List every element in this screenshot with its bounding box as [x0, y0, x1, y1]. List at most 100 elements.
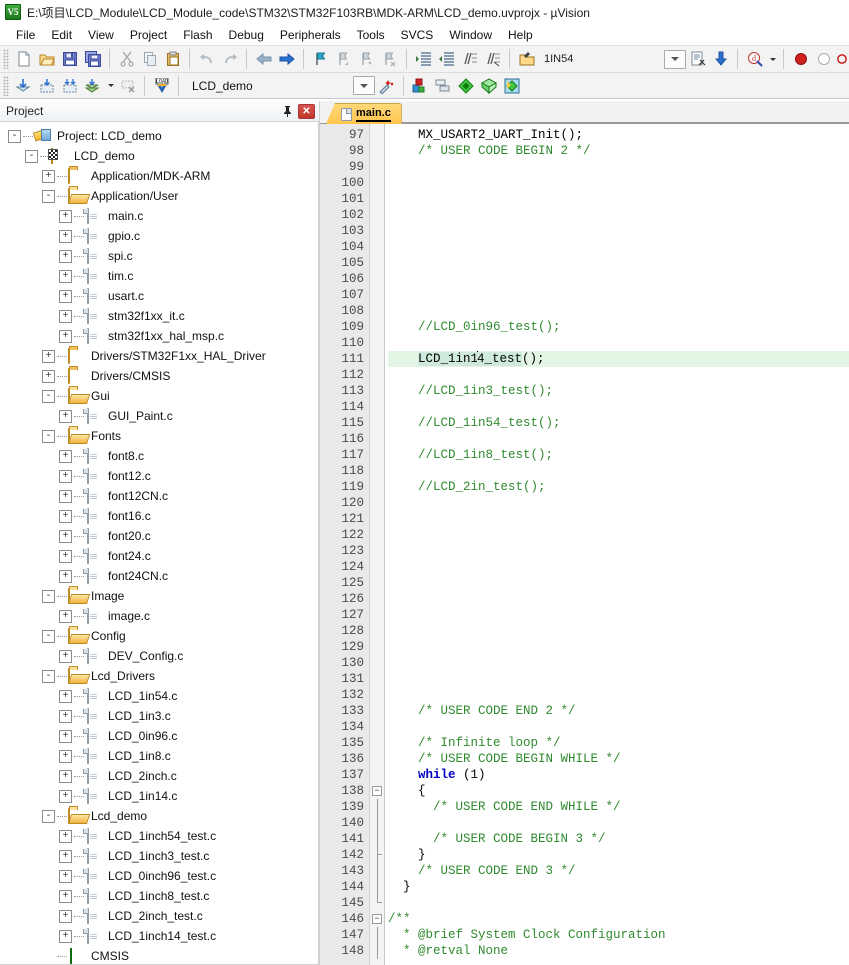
tree-expand-icon[interactable]: +: [42, 369, 55, 383]
tree-expand-icon[interactable]: +: [59, 229, 72, 243]
bookmark-toggle-icon[interactable]: [309, 48, 332, 70]
menu-peripherals[interactable]: Peripherals: [272, 26, 349, 44]
build-icon[interactable]: [35, 75, 58, 97]
tree-node[interactable]: + font24CN.c: [8, 566, 318, 586]
run-time-env-icon[interactable]: [478, 75, 501, 97]
save-icon[interactable]: [58, 48, 81, 70]
breakpoint-disable-icon[interactable]: [812, 48, 835, 70]
redo-icon[interactable]: [218, 48, 241, 70]
tree-node[interactable]: + spi.c: [8, 246, 318, 266]
tree-expand-icon[interactable]: +: [59, 929, 72, 943]
tree-expand-icon[interactable]: +: [59, 489, 72, 503]
rebuild-icon[interactable]: [58, 75, 81, 97]
tree-node[interactable]: + LCD_1in54.c: [8, 686, 318, 706]
tree-expand-icon[interactable]: +: [59, 409, 72, 423]
tree-node[interactable]: + image.c: [8, 606, 318, 626]
tree-node[interactable]: + font24.c: [8, 546, 318, 566]
code-folding-margin[interactable]: − −: [370, 124, 385, 965]
stop-build-icon[interactable]: [116, 75, 139, 97]
translate-icon[interactable]: [12, 75, 35, 97]
undo-icon[interactable]: [195, 48, 218, 70]
tree-collapse-icon[interactable]: -: [8, 129, 21, 143]
bookmark-clear-icon[interactable]: [378, 48, 401, 70]
fold-collapse-icon[interactable]: −: [372, 786, 382, 796]
batch-build-icon[interactable]: [81, 75, 104, 97]
tree-node[interactable]: + font12CN.c: [8, 486, 318, 506]
outdent-icon[interactable]: [435, 48, 458, 70]
comment-icon[interactable]: [458, 48, 481, 70]
target-select-dropdown[interactable]: [664, 49, 686, 69]
pack-installer-icon[interactable]: [455, 75, 478, 97]
tree-expand-icon[interactable]: +: [59, 689, 72, 703]
toolbar-grip[interactable]: [3, 49, 9, 69]
tree-collapse-icon[interactable]: -: [42, 189, 55, 203]
download-icon[interactable]: [709, 48, 732, 70]
tree-node[interactable]: - Application/User: [8, 186, 318, 206]
tree-node[interactable]: + LCD_2inch.c: [8, 766, 318, 786]
tree-expand-icon[interactable]: +: [59, 529, 72, 543]
tree-collapse-icon[interactable]: -: [42, 629, 55, 643]
tree-expand-icon[interactable]: +: [59, 569, 72, 583]
indent-icon[interactable]: [412, 48, 435, 70]
tree-expand-icon[interactable]: +: [59, 289, 72, 303]
tree-collapse-icon[interactable]: -: [25, 149, 38, 163]
menu-window[interactable]: Window: [441, 26, 500, 44]
menu-project[interactable]: Project: [122, 26, 175, 44]
tree-collapse-icon[interactable]: -: [42, 809, 55, 823]
debug-session-icon[interactable]: d: [743, 48, 766, 70]
manage-components-icon[interactable]: [409, 75, 432, 97]
save-all-icon[interactable]: [81, 48, 104, 70]
tree-node[interactable]: - Gui: [8, 386, 318, 406]
tree-node[interactable]: + LCD_0in96.c: [8, 726, 318, 746]
tree-node[interactable]: - Fonts: [8, 426, 318, 446]
tree-expand-icon[interactable]: +: [59, 729, 72, 743]
tree-node[interactable]: + DEV_Config.c: [8, 646, 318, 666]
uncomment-icon[interactable]: [481, 48, 504, 70]
tree-node[interactable]: + font12.c: [8, 466, 318, 486]
code-editor[interactable]: 97 98 99 100 101 102 103 104 105 106 107 108 109 110 1…: [320, 124, 849, 965]
tree-node[interactable]: + main.c: [8, 206, 318, 226]
tree-expand-icon[interactable]: +: [59, 449, 72, 463]
tree-node[interactable]: - Project: LCD_demo: [8, 126, 318, 146]
breakpoint-insert-icon[interactable]: [789, 48, 812, 70]
tree-node[interactable]: + LCD_1inch8_test.c: [8, 886, 318, 906]
tree-collapse-icon[interactable]: -: [42, 669, 55, 683]
tree-expand-icon[interactable]: +: [59, 549, 72, 563]
tree-node[interactable]: + tim.c: [8, 266, 318, 286]
open-file-icon[interactable]: [35, 48, 58, 70]
tree-expand-icon[interactable]: +: [42, 169, 55, 183]
tree-node[interactable]: + font16.c: [8, 506, 318, 526]
tree-expand-icon[interactable]: +: [59, 709, 72, 723]
tree-node[interactable]: + font8.c: [8, 446, 318, 466]
breakpoint-kill-icon[interactable]: [835, 48, 849, 70]
toolbar-grip[interactable]: [3, 75, 9, 96]
tree-node[interactable]: + usart.c: [8, 286, 318, 306]
tree-collapse-icon[interactable]: -: [42, 389, 55, 403]
menu-file[interactable]: File: [8, 26, 43, 44]
menu-help[interactable]: Help: [500, 26, 541, 44]
pin-icon[interactable]: [278, 102, 296, 120]
tree-expand-icon[interactable]: +: [59, 509, 72, 523]
bookmark-next-icon[interactable]: [355, 48, 378, 70]
tree-node[interactable]: + LCD_1inch54_test.c: [8, 826, 318, 846]
tree-node[interactable]: + stm32f1xx_it.c: [8, 306, 318, 326]
copy-icon[interactable]: [138, 48, 161, 70]
tree-node[interactable]: + LCD_1in14.c: [8, 786, 318, 806]
tree-expand-icon[interactable]: +: [59, 909, 72, 923]
tree-node[interactable]: + Drivers/STM32F1xx_HAL_Driver: [8, 346, 318, 366]
tree-node[interactable]: + Drivers/CMSIS: [8, 366, 318, 386]
menu-tools[interactable]: Tools: [349, 26, 393, 44]
tree-node[interactable]: + stm32f1xx_hal_msp.c: [8, 326, 318, 346]
tree-expand-icon[interactable]: +: [59, 769, 72, 783]
fold-collapse-icon[interactable]: −: [372, 914, 382, 924]
load-flash-icon[interactable]: LOAD: [150, 75, 173, 97]
tree-expand-icon[interactable]: +: [59, 749, 72, 763]
software-packs-icon[interactable]: [501, 75, 524, 97]
tree-node[interactable]: + Application/MDK-ARM: [8, 166, 318, 186]
tree-node[interactable]: + gpio.c: [8, 226, 318, 246]
tree-node[interactable]: - LCD_demo: [8, 146, 318, 166]
target-options-wizard-icon[interactable]: [375, 75, 398, 97]
tree-node[interactable]: + font20.c: [8, 526, 318, 546]
multi-project-icon[interactable]: [432, 75, 455, 97]
target-options-icon[interactable]: [515, 48, 538, 70]
